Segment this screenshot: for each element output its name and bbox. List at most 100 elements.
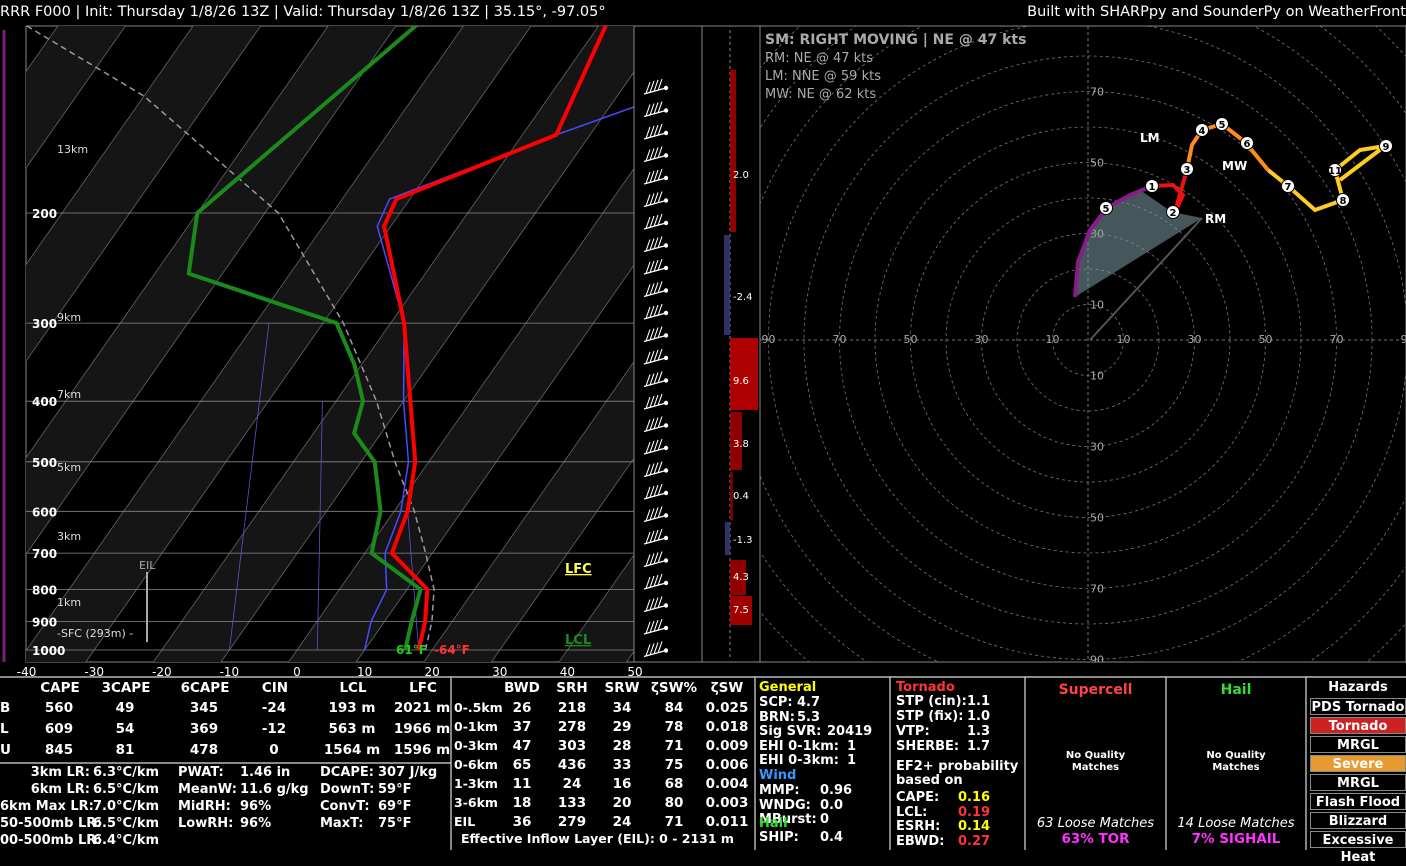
srw-value-label: 4.3 [733,572,749,583]
barb-dot [664,153,668,157]
barb-dot [664,86,668,90]
ef-value: 0.27 [958,834,990,849]
misc-value: 69°F [378,799,411,814]
kinematic-cell: 303 [546,738,598,754]
hail-label: SHIP: [759,830,799,845]
thermo-table: CAPE3CAPE6CAPECINLCLLFCB56049345-24193 m… [0,680,451,764]
lapse-value: 6.3°C/km [93,765,159,780]
kinematic-cell: 47 [496,738,548,754]
hazard-item: Excessive Heat [1310,831,1406,848]
general-label: BRN: [759,710,795,725]
ef-label: EBWD: [896,834,944,849]
supercell-title: Supercell [1025,682,1166,698]
barb-dot [664,558,668,562]
kinematic-row-label: 1-3km [454,776,498,791]
kinematic-footer: Effective Inflow Layer (EIL): 0 - 2131 m [461,831,734,846]
wind-label: WNDG: [759,798,811,813]
kinematic-cell: 436 [546,757,598,773]
thermo-cell: 369 [169,721,239,737]
srw-value-label: -1.3 [733,535,753,546]
hodo-ring-label: 50 [1090,512,1104,525]
tornado-label: SHERBE: [896,739,959,754]
thermo-row-label: U [0,742,11,758]
supercell-analog: SupercellNo Quality Matches63 Loose Matc… [1025,680,1166,850]
misc-label: DCAPE: [320,765,374,780]
moisture-value: 96% [240,799,271,814]
kinematic-header: SRW [596,680,648,696]
barb-dot [664,648,668,652]
ef-label: CAPE: [896,790,939,805]
kinematic-cell: 279 [546,814,598,830]
kinematic-header: ζSW [701,680,753,696]
kinematic-cell: 26 [496,700,548,716]
general-label: SCP: [759,695,793,710]
thermo-header: CAPE [30,680,90,696]
ef-value: 0.16 [958,790,990,805]
thermo-header: LFC [393,680,453,696]
kinematic-cell: 0.003 [701,795,753,811]
hodo-vector-label: LM [1140,131,1160,145]
kinematic-cell: 78 [648,719,700,735]
kinematic-cell: 0.011 [701,814,753,830]
kinematic-row-label: 3-6km [454,795,498,810]
barb-dot [664,288,668,292]
hodo-height-label: 5 [1219,120,1226,131]
kinematic-cell: 18 [496,795,548,811]
pressure-tick-label: 600 [32,505,57,519]
thermo-cell: 563 m [317,721,387,737]
kinematic-cell: 24 [546,776,598,792]
thermo-header: CIN [245,680,305,696]
hail-title: Hail [759,816,788,831]
tornado-label: STP (cin): [896,694,967,709]
barb-dot [664,176,668,180]
hazard-item: Tornado [1310,717,1406,734]
hodo-height-label: 4 [1199,126,1206,137]
height-label: -SFC (293m) - [57,627,133,640]
hodo-ring-label: 90 [1401,333,1406,346]
storm-motion-lm: LM: NNE @ 59 kts [765,69,881,84]
hail-analog-title: Hail [1166,682,1306,698]
tornado-title: Tornado [896,680,955,695]
hodo-ring-label: 90 [762,333,776,346]
barb-dot [664,401,668,405]
moisture-label: LowRH: [178,816,233,831]
kinematic-cell: 133 [546,795,598,811]
thermo-cell: 845 [24,742,94,758]
isotherm-band [0,0,11,663]
kinematic-cell: 218 [546,700,598,716]
pressure-tick-label: 1000 [32,644,65,658]
kinematic-cell: 29 [596,719,648,735]
wind-value: 0.0 [820,798,843,813]
hail-analog: HailNo Quality Matches14 Loose Matches7%… [1166,680,1306,850]
kinematic-header: BWD [496,680,548,696]
hodo-height-label: 11 [1328,166,1342,177]
hodo-ring-label: 50 [1259,333,1273,346]
lapse-label: 50-500mb LR: [0,816,90,831]
lapse-value: 6.4°C/km [93,833,159,848]
ef-value: 0.19 [958,805,990,820]
hodo-ring-label: 90 [1090,654,1104,667]
hodo-ring-label: 10 [1046,333,1060,346]
thermo-cell: 1596 m [387,742,457,758]
wind-label: MMP: [759,783,800,798]
misc-value: 75°F [378,816,411,831]
storm-motion-mw: MW: NE @ 62 kts [765,87,876,102]
hodo-ring-label: 70 [1330,333,1344,346]
barb-dot [664,536,668,540]
height-label: 3km [57,530,81,543]
general-indices: GeneralSCP:4.7BRN:5.3Sig SVR:20419EHI 0-… [755,680,890,850]
storm-motion-rm: RM: NE @ 47 kts [765,51,873,66]
wind-title: Wind [759,768,796,783]
pressure-tick-label: 800 [32,583,57,597]
misc-label: MaxT: [320,816,363,831]
barb-dot [664,198,668,202]
height-label: 7km [57,388,81,401]
kinematic-cell: 68 [648,776,700,792]
tornado-value: 1.7 [967,739,990,754]
moisture-value: 96% [240,816,271,831]
kinematic-cell: 0.018 [701,719,753,735]
tornado-label: STP (fix): [896,709,963,724]
hazard-item: Flash Flood [1310,793,1406,810]
kinematic-cell: 278 [546,719,598,735]
moisture-label: MeanW: [178,782,237,797]
